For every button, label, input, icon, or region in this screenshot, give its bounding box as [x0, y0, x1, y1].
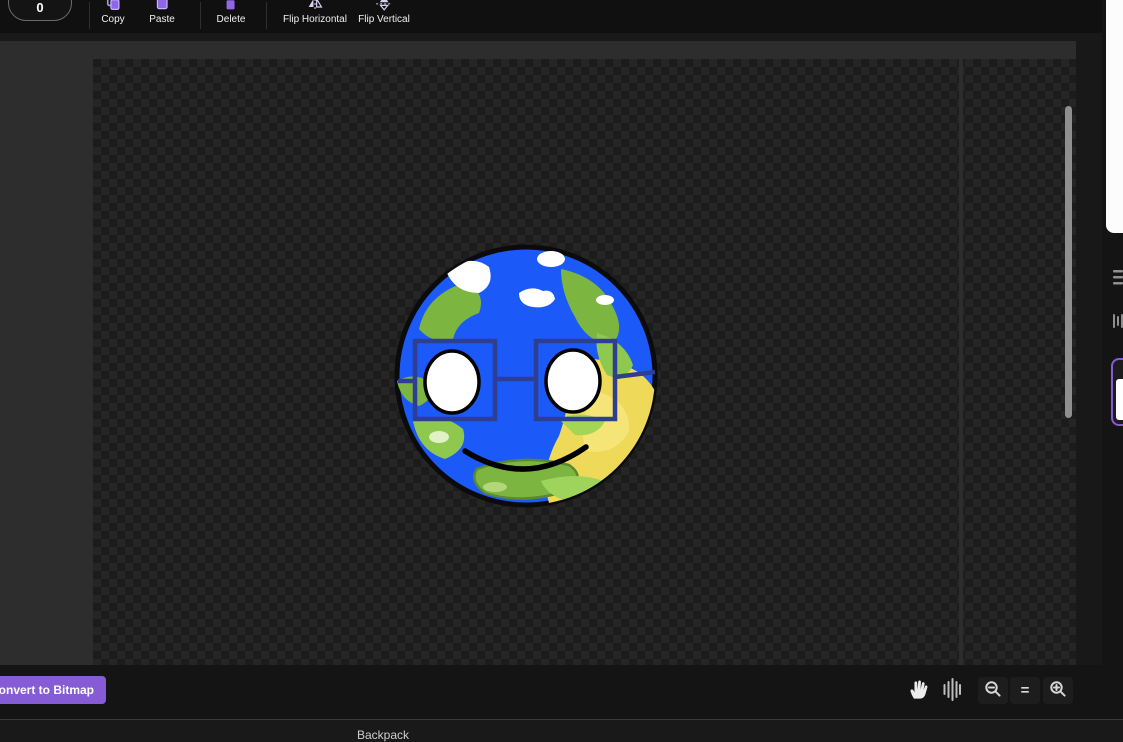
toolbar-divider: [0, 33, 1102, 41]
flip-horizontal-icon: [305, 0, 325, 11]
convert-to-bitmap-button[interactable]: Convert to Bitmap: [0, 676, 107, 704]
paste-label: Paste: [149, 14, 175, 25]
stage-panel-edge: [1106, 0, 1123, 233]
paint-editor-window: 0 Copy Paste Delete Flip Horizontal Flip…: [0, 0, 1123, 742]
number-input-value: 0: [36, 0, 44, 15]
flip-vertical-icon: [374, 0, 394, 11]
costume-artwork-earth[interactable]: [391, 241, 661, 511]
canvas-vertical-scrollbar[interactable]: [1065, 106, 1072, 418]
delete-button[interactable]: Delete: [216, 0, 246, 25]
copy-button[interactable]: Copy: [101, 0, 125, 25]
backpack-label: Backpack: [357, 728, 410, 742]
paint-toolbar: 0 Copy Paste Delete Flip Horizontal Flip…: [0, 0, 1102, 33]
zoom-reset-button[interactable]: =: [1010, 677, 1040, 704]
flip-horizontal-button[interactable]: Flip Horizontal: [283, 0, 347, 25]
toolbar-separator: [89, 2, 90, 29]
ruler-lines-icon[interactable]: [942, 677, 961, 702]
copy-label: Copy: [101, 14, 125, 25]
pan-hand-icon[interactable]: [906, 677, 932, 702]
canvas-edge-line: [959, 59, 963, 665]
zoom-in-button[interactable]: [1043, 677, 1073, 704]
cropped-panel-icon-2[interactable]: [1112, 312, 1123, 335]
flip-horizontal-label: Flip Horizontal: [283, 14, 347, 25]
toolbar-separator: [200, 2, 201, 29]
number-input[interactable]: 0: [8, 0, 72, 21]
paste-icon: [152, 0, 172, 11]
cropped-panel-icon-1[interactable]: [1112, 268, 1123, 291]
zoom-in-icon: [1049, 680, 1067, 701]
sprite-thumbnail: [1116, 379, 1123, 420]
zoom-reset-label: =: [1020, 682, 1030, 699]
canvas-right-margin: [1076, 41, 1102, 665]
flip-vertical-label: Flip Vertical: [358, 14, 410, 25]
backpack-bar[interactable]: Backpack: [0, 719, 1123, 742]
delete-label: Delete: [216, 14, 246, 25]
paste-button[interactable]: Paste: [149, 0, 175, 25]
zoom-out-icon: [984, 680, 1002, 701]
flip-vertical-button[interactable]: Flip Vertical: [358, 0, 410, 25]
zoom-out-button[interactable]: [978, 677, 1008, 704]
copy-icon: [103, 0, 123, 11]
trash-icon: [221, 0, 241, 11]
toolbar-separator: [266, 2, 267, 29]
